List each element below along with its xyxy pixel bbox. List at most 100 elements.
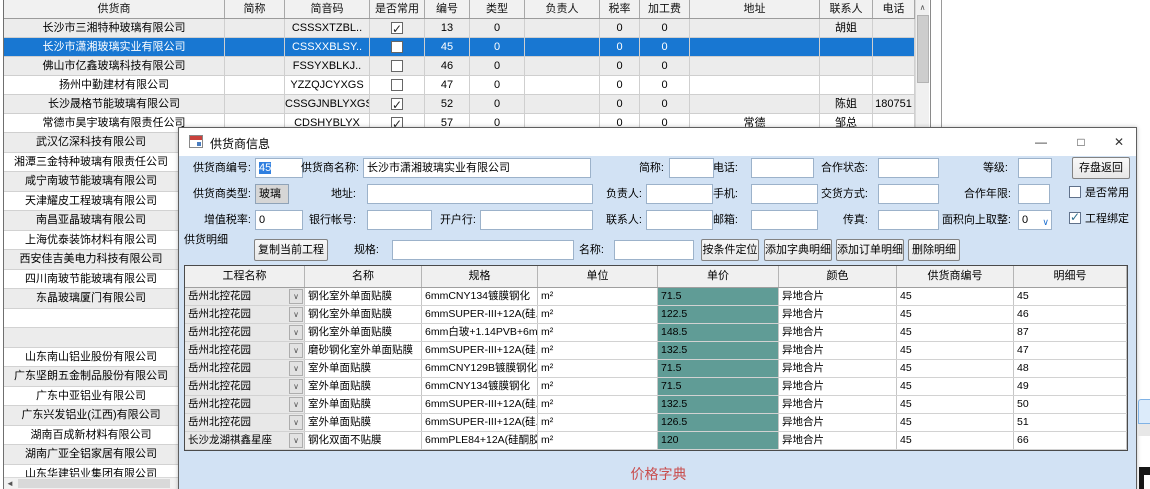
unit-cell[interactable]: m²	[538, 360, 658, 377]
common-use-checkbox[interactable]	[391, 79, 403, 91]
color-cell[interactable]: 异地合片	[779, 414, 897, 431]
supplier-no-cell[interactable]: 45	[897, 306, 1014, 323]
scroll-left-icon[interactable]: ◄	[6, 478, 14, 489]
list-item[interactable]: 南昌亚晶玻璃有限公司	[4, 211, 178, 231]
spec-cell[interactable]: 6mmSUPER-III+12A(硅..	[422, 306, 538, 323]
combo-dropdown-icon[interactable]: ∨	[289, 415, 303, 430]
column-header[interactable]: 加工费	[640, 0, 690, 18]
project-cell[interactable]: 岳州北控花园∨	[185, 396, 305, 413]
close-button[interactable]: ✕	[1103, 128, 1135, 156]
unit-price-cell[interactable]: 122.5	[658, 306, 779, 323]
column-header[interactable]: 地址	[690, 0, 820, 18]
combo-dropdown-icon[interactable]: ∨	[289, 433, 303, 448]
combo-dropdown-icon[interactable]: ∨	[289, 379, 303, 394]
detail-row[interactable]: 岳州北控花园∨ 室外单面贴膜 6mmSUPER-III+12A(硅.. m² 1…	[185, 414, 1127, 432]
copy-project-button[interactable]: 复制当前工程	[254, 239, 328, 261]
supplier-type-input[interactable]: 玻璃	[255, 184, 289, 204]
unit-price-cell[interactable]: 126.5	[658, 414, 779, 431]
coop-status-input[interactable]	[878, 158, 939, 178]
unit-cell[interactable]: m²	[538, 396, 658, 413]
item-name-cell[interactable]: 室外单面贴膜	[305, 396, 422, 413]
project-bind-checkbox[interactable]: 工程绑定	[1069, 212, 1129, 228]
unit-price-cell[interactable]: 132.5	[658, 396, 779, 413]
common-use-checkbox[interactable]	[391, 41, 403, 53]
detail-no-cell[interactable]: 47	[1014, 342, 1127, 359]
item-name-cell[interactable]: 磨砂钢化室外单面贴膜	[305, 342, 422, 359]
column-header[interactable]: 颜色	[779, 266, 897, 287]
spec-cell[interactable]: 6mmSUPER-III+12A(硅..	[422, 414, 538, 431]
project-cell[interactable]: 岳州北控花园∨	[185, 378, 305, 395]
detail-no-cell[interactable]: 66	[1014, 432, 1127, 449]
dialog-titlebar[interactable]: 供货商信息 — □ ✕	[179, 128, 1136, 156]
maximize-button[interactable]: □	[1065, 128, 1097, 156]
horizontal-scrollbar[interactable]: ◄	[4, 477, 178, 489]
detail-no-cell[interactable]: 87	[1014, 324, 1127, 341]
save-return-button[interactable]: 存盘返回	[1072, 157, 1130, 179]
project-cell[interactable]: 岳州北控花园∨	[185, 360, 305, 377]
combo-dropdown-icon[interactable]: ∨	[289, 397, 303, 412]
list-item[interactable]: 上海优泰装饰材料有限公司	[4, 231, 178, 251]
unit-cell[interactable]: m²	[538, 306, 658, 323]
supplier-name-input[interactable]: 长沙市潇湘玻璃实业有限公司	[363, 158, 591, 178]
detail-no-cell[interactable]: 45	[1014, 288, 1127, 305]
color-cell[interactable]: 异地合片	[779, 432, 897, 449]
spec-cell[interactable]: 6mmCNY134镀膜钢化	[422, 288, 538, 305]
spec-cell[interactable]: 6mmCNY129B镀膜钢化	[422, 360, 538, 377]
supplier-no-cell[interactable]: 45	[897, 324, 1014, 341]
unit-price-cell[interactable]: 71.5	[658, 378, 779, 395]
color-cell[interactable]: 异地合片	[779, 360, 897, 377]
unit-price-cell[interactable]: 120	[658, 432, 779, 449]
spec-cell[interactable]: 6mmSUPER-III+12A(硅..	[422, 396, 538, 413]
item-name-cell[interactable]: 室外单面贴膜	[305, 378, 422, 395]
delete-detail-button[interactable]: 删除明细	[908, 239, 960, 261]
list-item[interactable]: 西安佳吉美电力科技有限公司	[4, 250, 178, 270]
combo-dropdown-icon[interactable]: ∨	[289, 325, 303, 340]
color-cell[interactable]: 异地合片	[779, 324, 897, 341]
delivery-method-input[interactable]	[878, 184, 939, 204]
table-row[interactable]: 长沙晟格节能玻璃有限公司 CSSGJNBLYXGS 52 0 0 0 陈姐 18…	[4, 95, 915, 114]
column-header[interactable]: 供货商	[4, 0, 225, 18]
add-dict-detail-button[interactable]: 添加字典明细	[764, 239, 832, 261]
unit-cell[interactable]: m²	[538, 288, 658, 305]
project-cell[interactable]: 岳州北控花园∨	[185, 288, 305, 305]
column-header[interactable]: 规格	[422, 266, 538, 287]
list-item[interactable]: 广东兴发铝业(江西)有限公司	[4, 406, 178, 426]
bank-branch-input[interactable]	[480, 210, 593, 230]
supplier-no-cell[interactable]: 45	[897, 432, 1014, 449]
unit-cell[interactable]: m²	[538, 414, 658, 431]
detail-no-cell[interactable]: 51	[1014, 414, 1127, 431]
column-header[interactable]: 单位	[538, 266, 658, 287]
name-input[interactable]	[614, 240, 694, 260]
project-cell[interactable]: 岳州北控花园∨	[185, 306, 305, 323]
scroll-up-icon[interactable]: ∧	[916, 0, 929, 15]
common-use-checkbox[interactable]	[391, 60, 403, 72]
detail-row[interactable]: 岳州北控花园∨ 磨砂钢化室外单面贴膜 6mmSUPER-III+12A(硅.. …	[185, 342, 1127, 360]
color-cell[interactable]: 异地合片	[779, 342, 897, 359]
scrollbar-thumb[interactable]	[917, 15, 929, 83]
project-cell[interactable]: 岳州北控花园∨	[185, 414, 305, 431]
combo-dropdown-icon[interactable]: ∨	[289, 361, 303, 376]
detail-no-cell[interactable]: 50	[1014, 396, 1127, 413]
unit-price-cell[interactable]: 132.5	[658, 342, 779, 359]
list-item[interactable]: 广东坚朗五金制品股份有限公司	[4, 367, 178, 387]
combo-dropdown-icon[interactable]: ∨	[289, 343, 303, 358]
supplier-no-cell[interactable]: 45	[897, 360, 1014, 377]
detail-no-cell[interactable]: 49	[1014, 378, 1127, 395]
column-header[interactable]: 简称	[225, 0, 285, 18]
supplier-no-cell[interactable]: 45	[897, 378, 1014, 395]
column-header[interactable]: 单价	[658, 266, 779, 287]
dropdown-icon[interactable]: ∨	[1042, 213, 1049, 230]
column-header[interactable]: 供货商编号	[897, 266, 1014, 287]
common-use-checkbox[interactable]	[391, 98, 403, 110]
add-order-detail-button[interactable]: 添加订单明细	[836, 239, 904, 261]
unit-cell[interactable]: m²	[538, 432, 658, 449]
item-name-cell[interactable]: 钢化室外单面贴膜	[305, 306, 422, 323]
detail-no-cell[interactable]: 46	[1014, 306, 1127, 323]
unit-price-cell[interactable]: 71.5	[658, 360, 779, 377]
item-name-cell[interactable]: 室外单面贴膜	[305, 414, 422, 431]
detail-row[interactable]: 岳州北控花园∨ 室外单面贴膜 6mmCNY129B镀膜钢化 m² 71.5 异地…	[185, 360, 1127, 378]
list-item[interactable]: 湖南百成新材料有限公司	[4, 426, 178, 446]
item-name-cell[interactable]: 钢化室外单面贴膜	[305, 288, 422, 305]
color-cell[interactable]: 异地合片	[779, 288, 897, 305]
coop-years-input[interactable]	[1018, 184, 1050, 204]
